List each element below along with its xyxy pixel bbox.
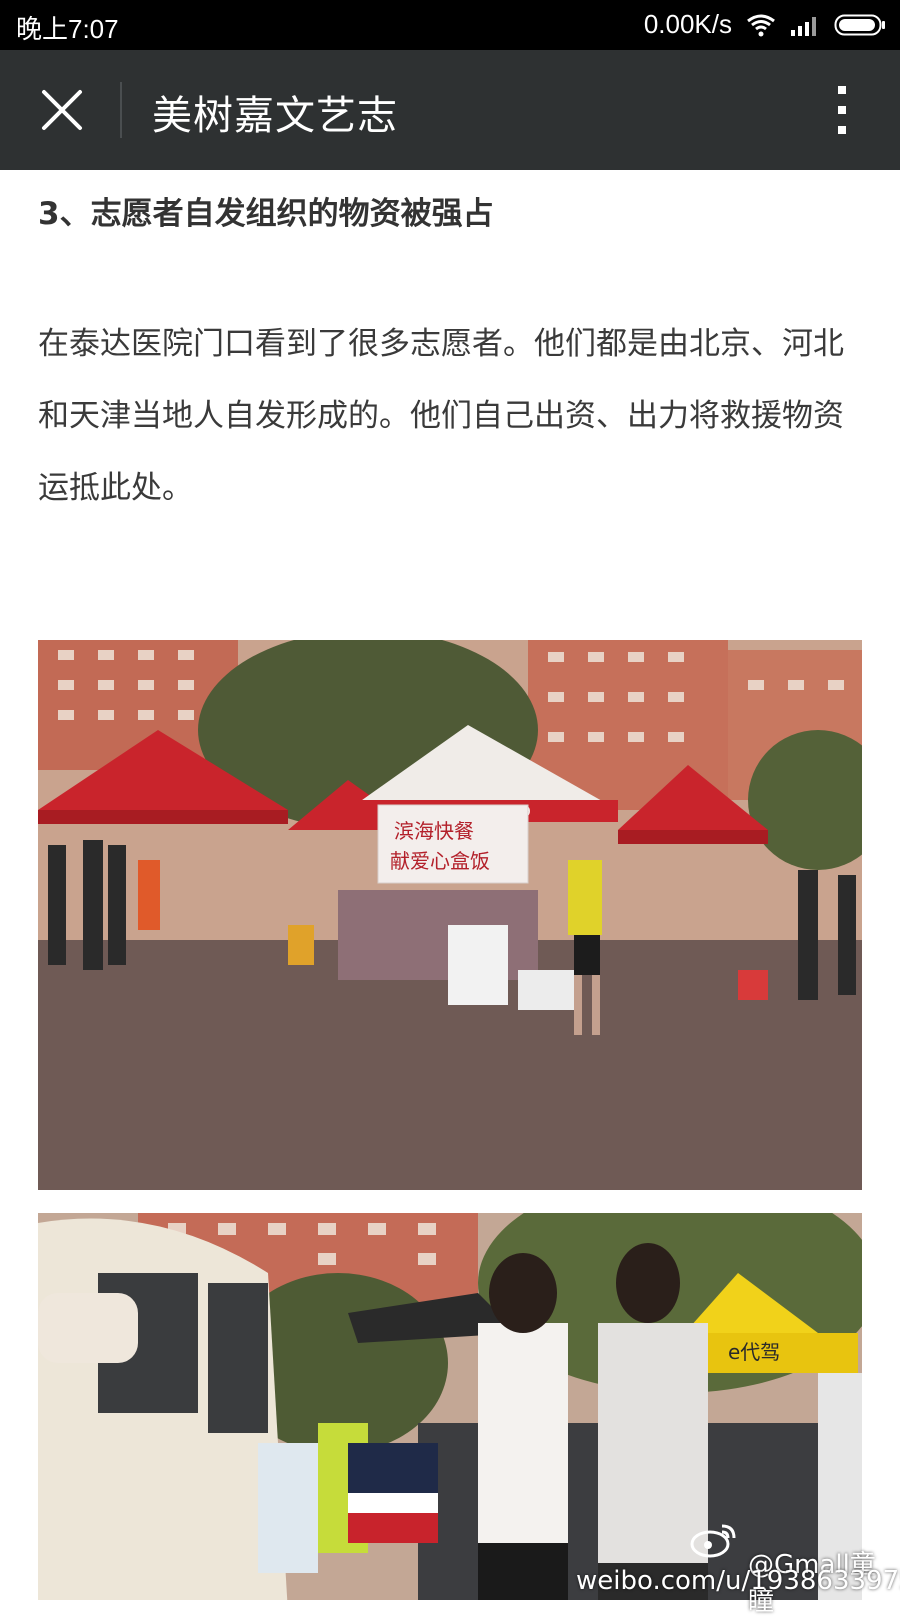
title-divider xyxy=(120,82,122,138)
more-vertical-icon xyxy=(838,86,846,134)
close-button[interactable] xyxy=(36,84,88,136)
page-title: 美树嘉文艺志 xyxy=(152,93,398,139)
weibo-icon xyxy=(690,1524,736,1558)
banner-line-1: 滨海快餐 xyxy=(394,819,474,843)
volunteer-tents-photo[interactable]: 4008-909009 滨海快餐 献爱心盒饭 xyxy=(38,640,862,1190)
watermark-url: weibo.com/u/1938633975 xyxy=(576,1566,900,1596)
signal-icon xyxy=(790,14,820,36)
status-time: 晚上7:07 xyxy=(16,14,119,44)
battery-icon xyxy=(834,13,886,37)
tent-sign: e代驾 xyxy=(728,1340,780,1364)
section-heading: 3、志愿者自发组织的物资被强占 xyxy=(38,196,494,232)
article-paragraph: 在泰达医院门口看到了很多志愿者。他们都是由北京、河北和天津当地人自发形成的。他们… xyxy=(38,326,844,506)
title-bar: 美树嘉文艺志 xyxy=(0,50,900,170)
close-icon xyxy=(42,90,82,130)
network-speed: 0.00K/s xyxy=(643,9,732,39)
article-content[interactable]: 3、志愿者自发组织的物资被强占 在泰达医院门口看到了很多志愿者。他们都是由北京、… xyxy=(0,170,900,1600)
wifi-icon xyxy=(746,13,776,37)
status-bar: 晚上7:07 0.00K/s xyxy=(0,0,900,50)
banner-line-2: 献爱心盒饭 xyxy=(390,849,490,873)
status-indicators: 0.00K/s xyxy=(644,9,886,40)
more-button[interactable] xyxy=(830,84,854,136)
